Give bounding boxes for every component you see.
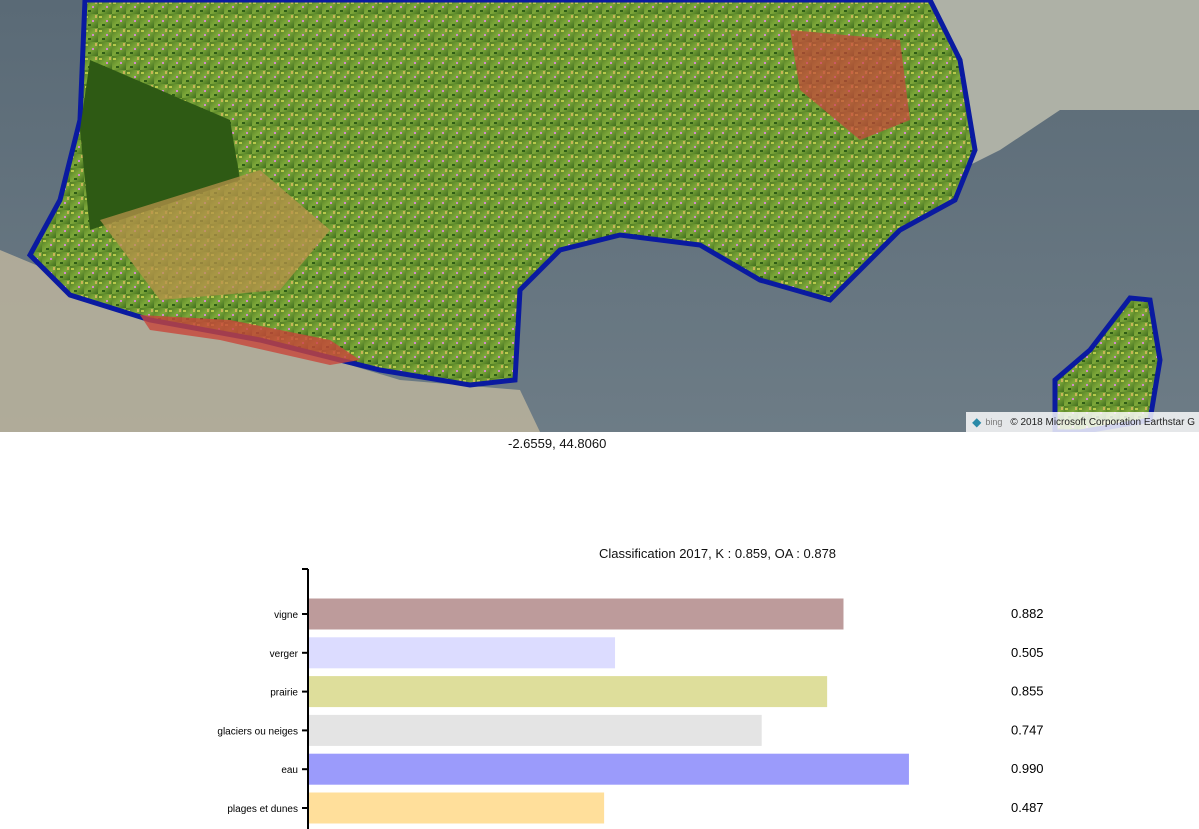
map-attribution: ◆ bing © 2018 Microsoft Corporation Eart… <box>966 412 1199 432</box>
chart-title: Classification 2017, K : 0.859, OA : 0.8… <box>599 546 837 561</box>
y-tick-label: prairie <box>270 688 298 699</box>
classification-bar-chart: vigne 0.882 verger 0.505 prairie 0.855 glacier… <box>217 568 1044 829</box>
bing-logo-icon: ◆ <box>972 415 982 429</box>
bar-glaciers-ou-neiges <box>309 714 762 746</box>
bar-eau <box>309 753 909 785</box>
bar-value-label: 0.505 <box>1011 645 1044 660</box>
y-tick-label: plages et dunes <box>227 804 298 815</box>
bar-plages-et-dunes <box>309 792 605 824</box>
y-tick-label: vigne <box>274 610 298 621</box>
map-view[interactable]: ◆ bing © 2018 Microsoft Corporation Eart… <box>0 0 1199 432</box>
bing-logo-text: bing <box>985 417 1003 427</box>
bar-prairie <box>309 676 828 708</box>
y-tick-label: eau <box>281 765 298 776</box>
bar-vigne <box>309 598 844 630</box>
bar-value-label: 0.747 <box>1011 722 1044 737</box>
bar-value-label: 0.487 <box>1011 800 1044 815</box>
y-tick-label: glaciers ou neiges <box>217 726 298 737</box>
satellite-map[interactable] <box>0 0 1199 432</box>
bar-value-label: 0.855 <box>1011 684 1044 699</box>
bar-value-label: 0.990 <box>1011 761 1044 776</box>
bar-verger <box>309 637 616 669</box>
attribution-text: © 2018 Microsoft Corporation Earthstar G <box>1010 416 1195 428</box>
cursor-coordinates: -2.6559, 44.8060 <box>508 436 607 451</box>
y-tick-label: verger <box>270 649 299 660</box>
bar-value-label: 0.882 <box>1011 606 1044 621</box>
